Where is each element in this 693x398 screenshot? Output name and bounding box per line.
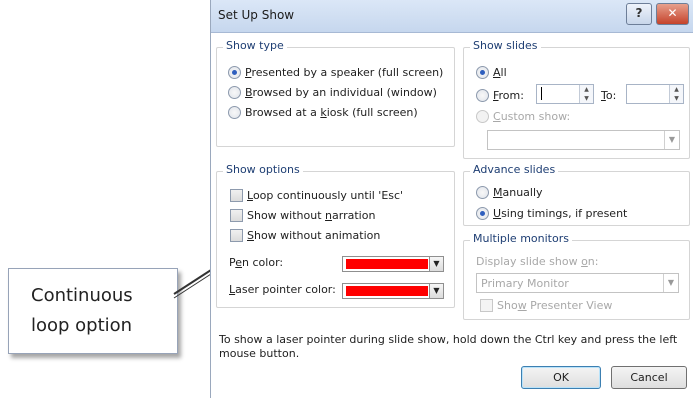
checkbox-presenter-view[interactable]: Show Presenter View [480, 298, 612, 313]
help-button[interactable]: ? [626, 3, 652, 25]
laser-color-label: Laser pointer color: [229, 283, 336, 296]
radio-custom-show[interactable]: Custom show: [476, 109, 570, 124]
from-slide-input[interactable]: ▲ ▼ [536, 84, 594, 104]
cancel-button[interactable]: Cancel [611, 366, 687, 389]
checkbox-icon[interactable] [230, 188, 243, 202]
to-slide-input[interactable]: ▲ ▼ [626, 84, 684, 104]
checkbox-without-narration[interactable]: Show without narration [230, 208, 375, 223]
radio-manually[interactable]: Manually [476, 185, 543, 200]
pen-color-label: Pen color: [229, 256, 284, 269]
custom-show-select[interactable]: ▼ [487, 130, 680, 150]
radio-disabled-icon[interactable] [476, 109, 489, 123]
radio-browsed-at-kiosk[interactable]: Browsed at a kiosk (full screen) [228, 105, 418, 120]
pen-color-dropdown-icon[interactable]: ▼ [429, 256, 444, 272]
advance-slides-label: Advance slides [470, 163, 559, 176]
chevron-down-icon[interactable]: ▼ [664, 131, 679, 149]
title-bar: Set Up Show ? ✕ [211, 0, 693, 33]
radio-icon[interactable] [228, 85, 241, 99]
radio-all-slides[interactable]: All [476, 65, 507, 80]
show-type-label: Show type [223, 39, 287, 52]
callout-box: Continuous loop option [8, 268, 178, 354]
laser-color-swatch [346, 286, 428, 296]
radio-icon[interactable] [476, 185, 489, 199]
monitor-select[interactable]: Primary Monitor ▼ [476, 273, 679, 293]
pen-color-picker[interactable] [342, 256, 432, 272]
laser-color-dropdown-icon[interactable]: ▼ [429, 283, 444, 299]
callout-line-2: loop option [31, 315, 133, 336]
checkbox-without-animation[interactable]: Show without animation [230, 228, 380, 243]
dialog-title: Set Up Show [218, 8, 295, 22]
checkbox-disabled-icon[interactable] [480, 298, 493, 312]
radio-from-slides[interactable]: From: [476, 88, 524, 103]
radio-presented-by-speaker[interactable]: Presented by a speaker (full screen) [228, 65, 443, 80]
close-button[interactable]: ✕ [656, 3, 689, 25]
laser-pointer-hint: To show a laser pointer during slide sho… [219, 333, 678, 360]
multiple-monitors-label: Multiple monitors [470, 232, 572, 245]
show-slides-label: Show slides [470, 39, 541, 52]
callout-line-1: Continuous [31, 285, 133, 306]
radio-selected-icon[interactable] [476, 65, 489, 79]
pen-color-swatch [346, 259, 428, 269]
radio-icon[interactable] [476, 88, 489, 102]
from-spinner[interactable]: ▲ ▼ [579, 85, 593, 103]
radio-using-timings[interactable]: Using timings, if present [476, 206, 627, 221]
checkbox-icon[interactable] [230, 228, 243, 242]
chevron-down-icon[interactable]: ▼ [663, 274, 678, 292]
laser-color-picker[interactable] [342, 283, 432, 299]
radio-browsed-by-individual[interactable]: Browsed by an individual (window) [228, 85, 437, 100]
radio-selected-icon[interactable] [228, 65, 241, 79]
set-up-show-dialog: Set Up Show ? ✕ Show type Presented by a… [210, 0, 693, 398]
radio-selected-icon[interactable] [476, 206, 489, 220]
display-slide-show-on-label: Display slide show on: [476, 255, 599, 268]
to-spinner[interactable]: ▲ ▼ [669, 85, 683, 103]
text-cursor [541, 87, 542, 100]
radio-icon[interactable] [228, 105, 241, 119]
checkbox-loop-continuously[interactable]: Loop continuously until 'Esc' [230, 188, 403, 203]
show-options-label: Show options [223, 163, 303, 176]
to-label: To: [601, 89, 617, 102]
ok-button[interactable]: OK [521, 366, 601, 389]
checkbox-icon[interactable] [230, 208, 243, 222]
